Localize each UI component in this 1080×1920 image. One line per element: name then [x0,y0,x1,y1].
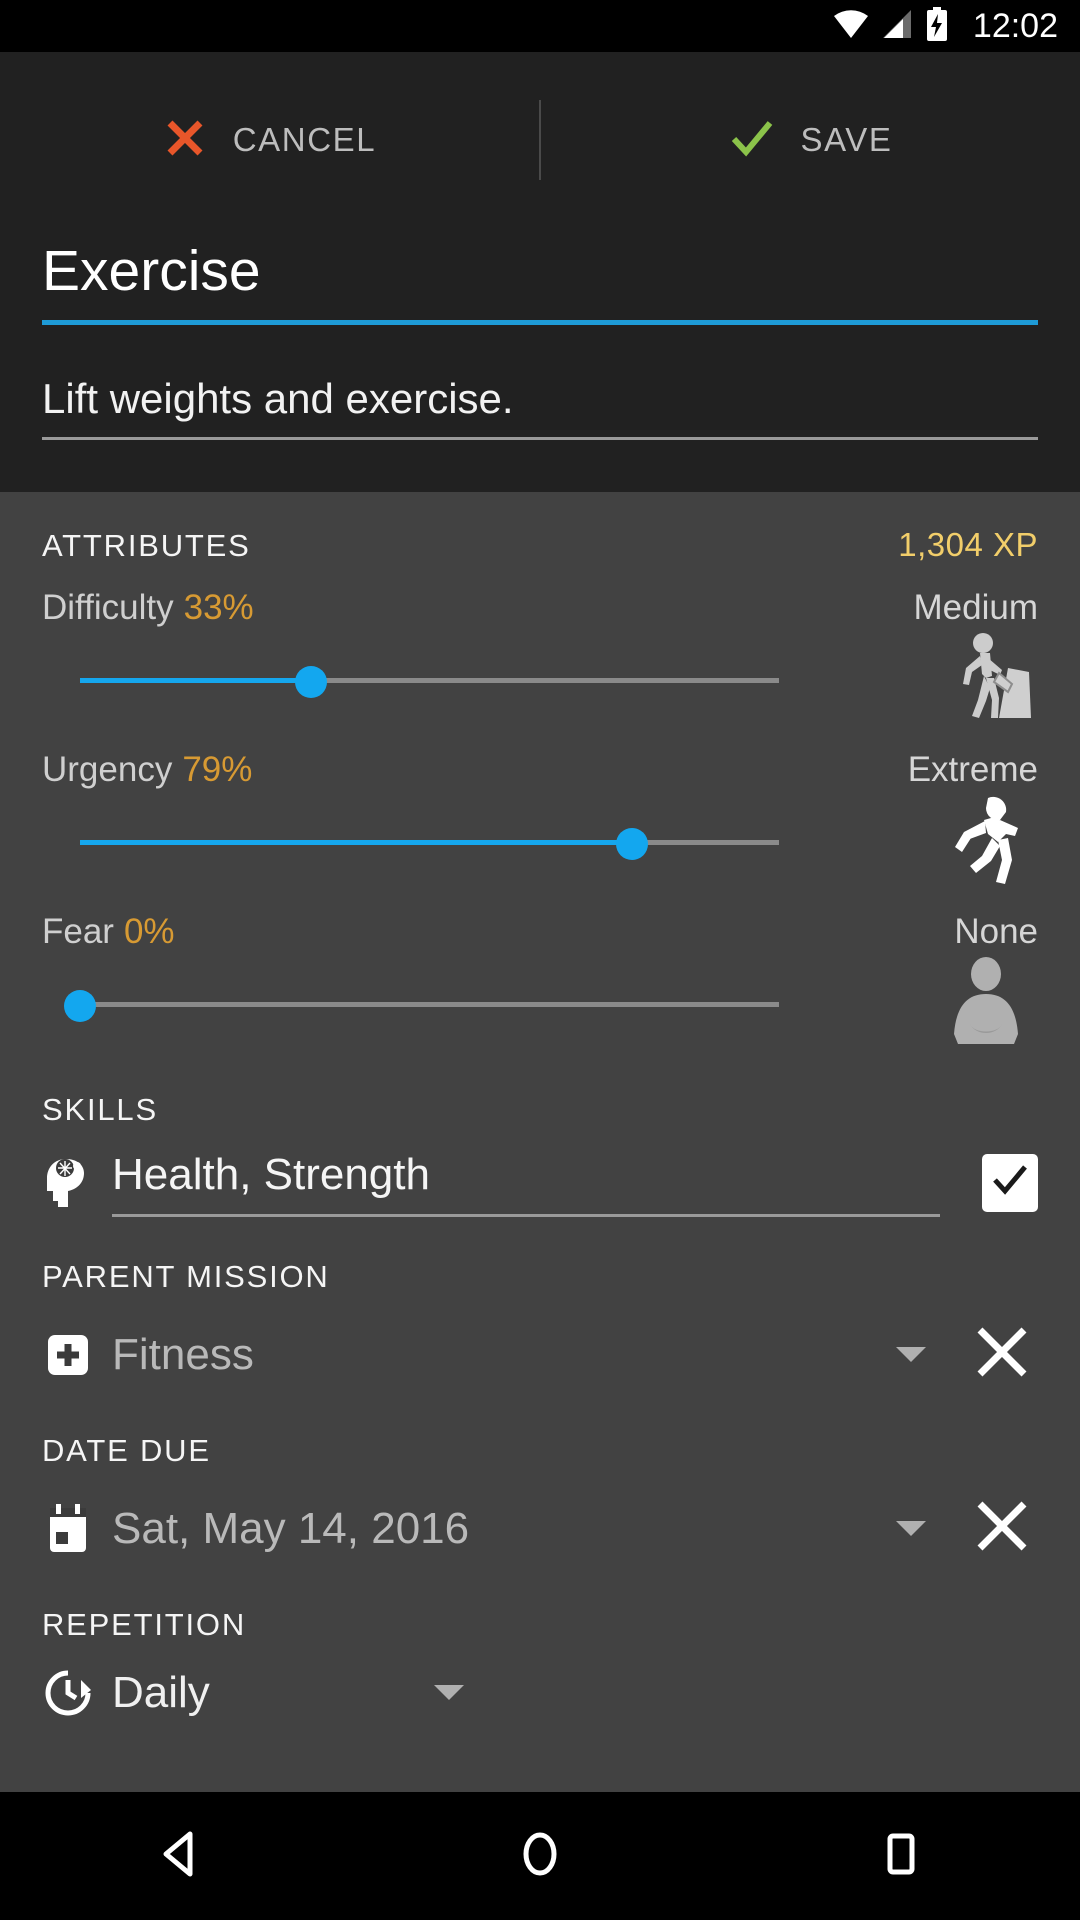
urgency-slider-labels: Urgency 79% Extreme [42,750,1038,790]
android-nav-bar [0,1792,1080,1920]
attributes-section-header: ATTRIBUTES 1,304 XP [42,492,1038,564]
urgency-slider-fill [80,839,633,845]
date-due-row: Sat, May 14, 2016 [42,1493,1038,1565]
date-due-section: DATE DUE Sat, May 14, 2016 [42,1433,1038,1565]
save-button[interactable]: SAVE [541,100,1080,180]
fear-slider[interactable] [64,984,779,1024]
checkmark-icon [990,1162,1030,1205]
difficulty-level-label: Medium [913,587,1038,627]
chevron-down-icon [896,1347,926,1363]
add-box-icon [42,1329,94,1381]
fear-level-label: None [954,911,1038,951]
status-bar-clock: 12:02 [972,6,1058,45]
skills-input[interactable]: Health, Strength [112,1150,940,1217]
repetition-section: REPETITION Daily [42,1607,1038,1719]
parent-mission-clear-button[interactable] [966,1319,1038,1391]
fear-slider-track [80,1001,779,1007]
calm-person-icon [934,950,1038,1054]
header-spacer [42,440,1038,492]
urgency-level-label: Extreme [907,749,1038,789]
calendar-icon [42,1503,94,1555]
difficulty-percent: 33% [183,587,254,627]
parent-mission-section-title: PARENT MISSION [42,1258,330,1294]
close-x-icon [163,116,207,165]
nav-home-button[interactable] [480,1811,600,1901]
date-due-value: Sat, May 14, 2016 [112,1503,470,1553]
task-title-input[interactable]: Exercise [42,200,1038,325]
chevron-down-icon [433,1685,464,1701]
urgency-slider-thumb[interactable] [616,827,649,860]
skills-section: SKILLS Health, Strength [42,1092,1038,1217]
fear-slider-labels: Fear 0% None [42,912,1038,952]
urgency-slider[interactable] [80,822,779,862]
skills-section-title: SKILLS [42,1091,158,1127]
date-due-dropdown[interactable]: Sat, May 14, 2016 [112,1504,926,1554]
difficulty-slider[interactable] [80,660,779,700]
wifi-icon [833,9,869,44]
parent-mission-section: PARENT MISSION Fitness [42,1259,1038,1391]
fear-slider-thumb[interactable] [64,989,96,1022]
close-x-icon [970,1320,1034,1389]
fear-percent: 0% [123,911,175,951]
skills-row: Health, Strength [42,1150,1038,1217]
urgency-slider-block: Urgency 79% Extreme [42,750,1038,888]
parent-mission-row: Fitness [42,1319,1038,1391]
attributes-section-title: ATTRIBUTES [42,527,251,563]
repetition-value: Daily [112,1667,210,1717]
save-button-label: SAVE [800,121,893,158]
repetition-dropdown[interactable]: Daily [112,1668,464,1718]
battery-charging-icon [925,6,949,46]
cellular-signal-icon [881,9,913,44]
nav-back-button[interactable] [120,1811,240,1901]
repetition-section-title: REPETITION [42,1606,247,1642]
difficulty-label-group: Difficulty 33% [42,588,254,628]
parent-mission-dropdown[interactable]: Fitness [112,1330,926,1380]
skills-value: Health, Strength [112,1149,430,1199]
circle-home-icon [515,1828,565,1885]
parent-mission-value: Fitness [112,1329,254,1379]
urgency-percent: 79% [182,749,253,789]
clock-repeat-icon [42,1667,94,1719]
urgency-label: Urgency [42,749,173,789]
fear-label: Fear [42,911,114,951]
skills-checkbox[interactable] [982,1154,1038,1213]
status-bar: 12:02 [0,0,1080,52]
task-form-body: ATTRIBUTES 1,304 XP Difficulty 33% Medium [0,491,1080,1792]
difficulty-slider-thumb[interactable] [294,665,327,698]
square-recents-icon [878,1828,922,1885]
fear-label-group: Fear 0% [42,912,175,952]
task-description-input[interactable]: Lift weights and exercise. [42,376,1038,440]
fear-slider-block: Fear 0% None [42,912,1038,1050]
difficulty-label: Difficulty [42,587,174,627]
digging-person-icon [934,626,1038,730]
app-screen: 12:02 CANCEL SAVE Exercise Lift weights … [0,0,1080,1920]
difficulty-slider-block: Difficulty 33% Medium [42,588,1038,726]
status-bar-icons: 12:02 [833,6,1058,46]
brain-head-icon [42,1157,94,1209]
xp-badge: 1,304 XP [898,525,1038,563]
check-icon [729,116,775,165]
date-due-clear-button[interactable] [966,1493,1038,1565]
cancel-button-label: CANCEL [232,121,377,158]
urgency-label-group: Urgency 79% [42,750,252,790]
action-bar: CANCEL SAVE [0,52,1080,190]
close-x-icon [970,1494,1034,1563]
cancel-button[interactable]: CANCEL [0,100,539,180]
triangle-back-icon [156,1828,204,1885]
nav-recents-button[interactable] [840,1811,960,1901]
difficulty-slider-fill [80,677,311,683]
date-due-section-title: DATE DUE [42,1432,211,1468]
task-header: Exercise Lift weights and exercise. [0,190,1080,492]
difficulty-slider-labels: Difficulty 33% Medium [42,588,1038,628]
chevron-down-icon [896,1521,926,1537]
repetition-row: Daily [42,1667,1038,1719]
running-person-icon [934,788,1038,892]
